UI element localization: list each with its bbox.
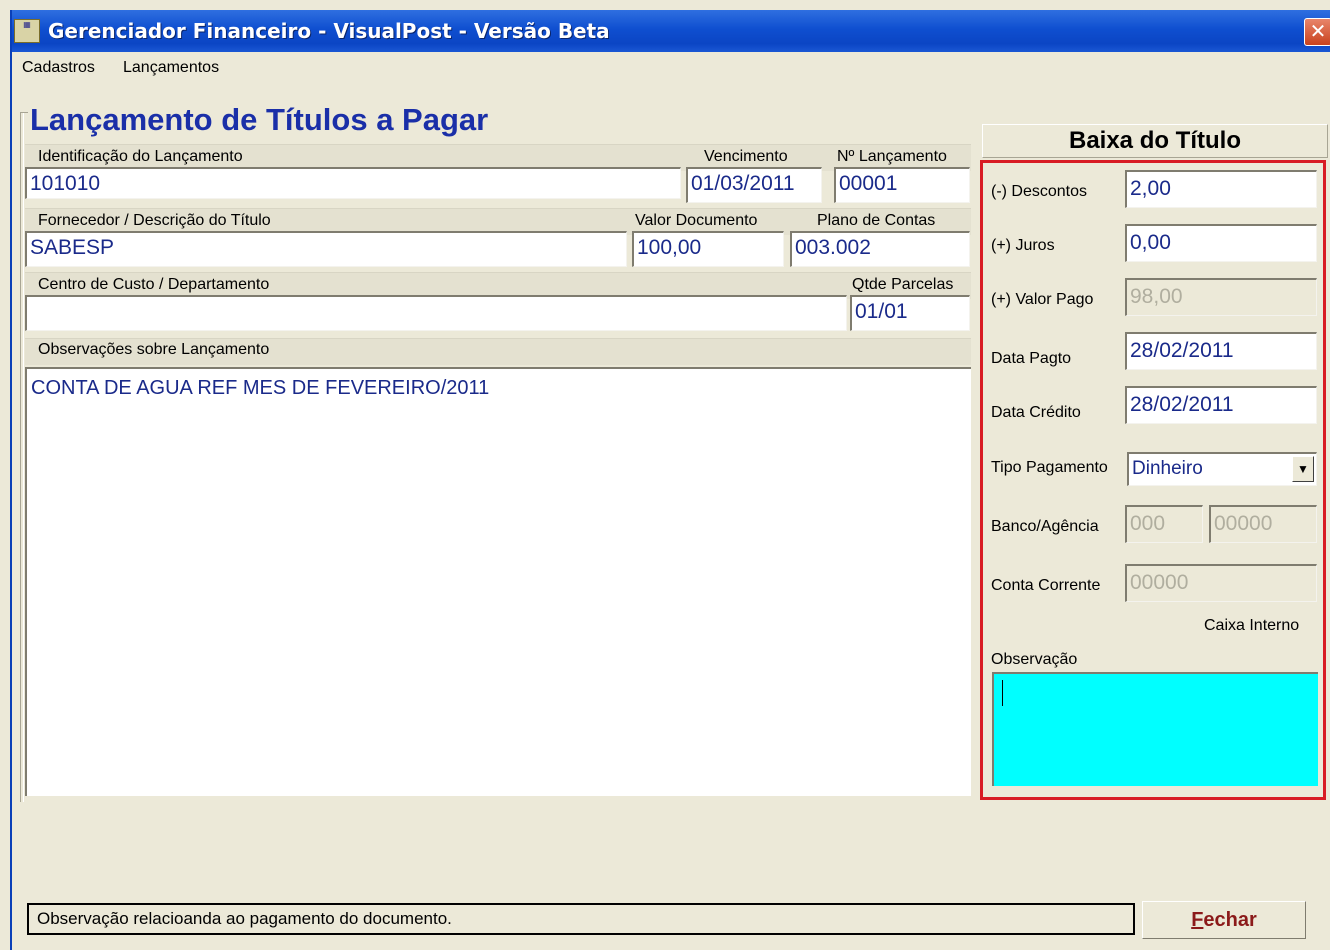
juros-label: (+) Juros [991, 237, 1055, 254]
caixa-interno-label: Caixa Interno [1204, 617, 1300, 634]
fechar-button[interactable]: Fechar [1142, 901, 1306, 939]
group-frame [20, 112, 24, 802]
vencimento-label: Vencimento [704, 148, 788, 165]
app-icon: ▦ [14, 19, 40, 43]
close-window-button[interactable]: ✕ [1304, 18, 1330, 46]
app-window: ▦ Gerenciador Financeiro - VisualPost - … [10, 10, 1330, 950]
identificacao-input[interactable]: 101010 [25, 167, 681, 199]
identificacao-label: Identificação do Lançamento [38, 148, 243, 165]
observacao-label: Observação [991, 651, 1078, 668]
dropdown-arrow-icon[interactable]: ▼ [1292, 456, 1314, 482]
menu-bar: Cadastros Lançamentos [12, 52, 1330, 84]
qtde-parcelas-label: Qtde Parcelas [852, 276, 954, 293]
menu-lancamentos[interactable]: Lançamentos [123, 59, 219, 77]
centro-custo-input[interactable] [25, 295, 847, 331]
valor-documento-input[interactable]: 100,00 [632, 231, 784, 267]
observacao-textarea[interactable] [992, 672, 1318, 786]
centro-custo-label: Centro de Custo / Departamento [38, 276, 270, 293]
valor-documento-label: Valor Documento [635, 212, 758, 229]
data-pagto-input[interactable]: 28/02/2011 [1125, 332, 1317, 370]
window-title: Gerenciador Financeiro - VisualPost - Ve… [48, 19, 610, 43]
valor-pago-input: 98,00 [1125, 278, 1317, 316]
form-heading: Lançamento de Títulos a Pagar [30, 102, 489, 137]
data-credito-input[interactable]: 28/02/2011 [1125, 386, 1317, 424]
data-credito-label: Data Crédito [991, 404, 1081, 421]
vencimento-input[interactable]: 01/03/2011 [686, 167, 822, 203]
plano-contas-label: Plano de Contas [817, 212, 936, 229]
menu-cadastros[interactable]: Cadastros [22, 59, 95, 77]
fornecedor-input[interactable]: SABESP [25, 231, 627, 267]
agencia-input: 00000 [1209, 505, 1317, 543]
observacoes-label: Observações sobre Lançamento [38, 341, 270, 358]
banco-agencia-label: Banco/Agência [991, 518, 1099, 535]
qtde-parcelas-input[interactable]: 01/01 [850, 295, 970, 331]
plano-contas-input[interactable]: 003.002 [790, 231, 970, 267]
tipo-pagamento-value: Dinheiro [1132, 458, 1203, 479]
tipo-pagamento-label: Tipo Pagamento [991, 459, 1108, 476]
valor-pago-label: (+) Valor Pago [991, 291, 1094, 308]
descontos-input[interactable]: 2,00 [1125, 170, 1317, 208]
baixa-title: Baixa do Título [982, 124, 1328, 158]
fechar-mnemonic: F [1191, 909, 1204, 931]
text-caret [1002, 680, 1003, 706]
fechar-label: echar [1203, 909, 1257, 931]
tipo-pagamento-select[interactable]: Dinheiro ▼ [1127, 452, 1317, 486]
data-pagto-label: Data Pagto [991, 350, 1072, 367]
conta-corrente-input: 00000 [1125, 564, 1317, 602]
status-bar: Observação relacioanda ao pagamento do d… [27, 903, 1135, 935]
fornecedor-label: Fornecedor / Descrição do Título [38, 212, 271, 229]
title-bar[interactable]: ▦ Gerenciador Financeiro - VisualPost - … [12, 10, 1330, 52]
num-lancamento-input[interactable]: 00001 [834, 167, 970, 203]
group-frame-top [20, 112, 28, 113]
num-lancamento-label: Nº Lançamento [837, 148, 947, 165]
conta-corrente-label: Conta Corrente [991, 577, 1101, 594]
observacoes-textarea[interactable]: CONTA DE AGUA REF MES DE FEVEREIRO/2011 [25, 367, 971, 796]
descontos-label: (-) Descontos [991, 183, 1088, 200]
juros-input[interactable]: 0,00 [1125, 224, 1317, 262]
banco-input: 000 [1125, 505, 1203, 543]
